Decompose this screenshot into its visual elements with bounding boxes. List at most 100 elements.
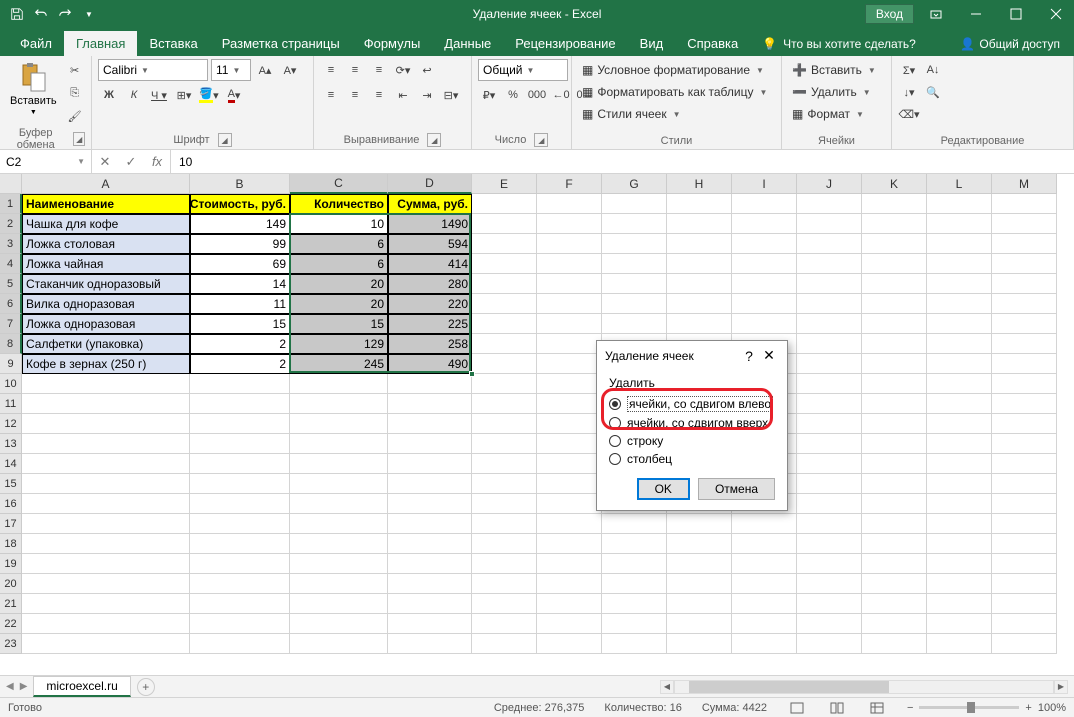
cell[interactable] bbox=[992, 514, 1057, 534]
login-button[interactable]: Вход bbox=[865, 4, 914, 24]
ribbon-options-icon[interactable] bbox=[918, 0, 954, 28]
cell[interactable] bbox=[992, 454, 1057, 474]
cell[interactable]: 490 bbox=[388, 354, 472, 374]
row-header[interactable]: 14 bbox=[0, 454, 22, 474]
cell[interactable] bbox=[472, 234, 537, 254]
row-header[interactable]: 4 bbox=[0, 254, 22, 274]
cell[interactable] bbox=[190, 594, 290, 614]
cell[interactable] bbox=[667, 614, 732, 634]
cell[interactable] bbox=[992, 314, 1057, 334]
cell[interactable] bbox=[388, 454, 472, 474]
cell[interactable] bbox=[22, 514, 190, 534]
cell[interactable] bbox=[927, 574, 992, 594]
column-header[interactable]: J bbox=[797, 174, 862, 194]
cell[interactable] bbox=[862, 374, 927, 394]
cell[interactable]: 1490 bbox=[388, 214, 472, 234]
cell[interactable] bbox=[797, 294, 862, 314]
cell[interactable] bbox=[472, 474, 537, 494]
cell[interactable] bbox=[290, 474, 388, 494]
cell[interactable] bbox=[290, 554, 388, 574]
cell[interactable]: 2 bbox=[190, 354, 290, 374]
cell[interactable]: 15 bbox=[190, 314, 290, 334]
row-header[interactable]: 5 bbox=[0, 274, 22, 294]
fx-icon[interactable]: fx bbox=[144, 150, 170, 173]
cell[interactable] bbox=[22, 414, 190, 434]
cell[interactable] bbox=[22, 394, 190, 414]
radio-shift-up[interactable]: ячейки, со сдвигом вверх bbox=[609, 414, 775, 432]
radio-entire-row[interactable]: строку bbox=[609, 432, 775, 450]
sort-icon[interactable]: A↓ bbox=[922, 59, 944, 81]
cell[interactable] bbox=[388, 514, 472, 534]
cell[interactable] bbox=[797, 194, 862, 214]
wrap-text-icon[interactable]: ↩ bbox=[416, 59, 438, 81]
cell[interactable] bbox=[388, 474, 472, 494]
cell[interactable] bbox=[667, 514, 732, 534]
cell[interactable] bbox=[388, 554, 472, 574]
cell[interactable] bbox=[992, 274, 1057, 294]
fill-color-icon[interactable]: 🪣▾ bbox=[198, 84, 220, 106]
cell[interactable]: 20 bbox=[290, 274, 388, 294]
cell[interactable] bbox=[992, 294, 1057, 314]
underline-button[interactable]: Ч ▾ bbox=[148, 84, 170, 106]
spreadsheet-grid[interactable]: ABCDEFGHIJKLM 12345678910111213141516171… bbox=[0, 174, 1074, 675]
cell[interactable] bbox=[388, 574, 472, 594]
align-bottom-icon[interactable]: ≡ bbox=[368, 59, 390, 81]
hscroll-right-icon[interactable]: ▶ bbox=[1054, 680, 1068, 694]
cell[interactable] bbox=[797, 334, 862, 354]
cell[interactable]: 20 bbox=[290, 294, 388, 314]
cell[interactable] bbox=[992, 494, 1057, 514]
cell[interactable] bbox=[927, 254, 992, 274]
cell[interactable] bbox=[992, 254, 1057, 274]
column-header[interactable]: H bbox=[667, 174, 732, 194]
cell[interactable] bbox=[190, 494, 290, 514]
cell[interactable] bbox=[602, 634, 667, 654]
cell[interactable] bbox=[927, 594, 992, 614]
cell[interactable] bbox=[602, 534, 667, 554]
cell[interactable] bbox=[992, 634, 1057, 654]
row-header[interactable]: 22 bbox=[0, 614, 22, 634]
cell[interactable] bbox=[667, 534, 732, 554]
clear-icon[interactable]: ⌫▾ bbox=[898, 103, 920, 125]
cell[interactable]: Наименование bbox=[22, 194, 190, 214]
cell[interactable] bbox=[732, 574, 797, 594]
cell[interactable] bbox=[862, 634, 927, 654]
cell[interactable] bbox=[667, 234, 732, 254]
cell[interactable] bbox=[472, 614, 537, 634]
cell[interactable] bbox=[797, 214, 862, 234]
cell[interactable] bbox=[927, 374, 992, 394]
cell[interactable] bbox=[388, 434, 472, 454]
cell[interactable] bbox=[732, 634, 797, 654]
cell[interactable] bbox=[992, 554, 1057, 574]
cell[interactable] bbox=[602, 574, 667, 594]
cell[interactable] bbox=[602, 514, 667, 534]
merge-icon[interactable]: ⊟▾ bbox=[440, 84, 462, 106]
row-header[interactable]: 11 bbox=[0, 394, 22, 414]
cell[interactable] bbox=[862, 354, 927, 374]
cell[interactable] bbox=[862, 494, 927, 514]
cell[interactable] bbox=[992, 394, 1057, 414]
cell[interactable] bbox=[797, 254, 862, 274]
cell[interactable] bbox=[190, 414, 290, 434]
cell[interactable] bbox=[862, 274, 927, 294]
cell[interactable] bbox=[537, 214, 602, 234]
cell[interactable] bbox=[537, 274, 602, 294]
cell[interactable] bbox=[992, 474, 1057, 494]
delete-cells-button[interactable]: ➖Удалить▼ bbox=[788, 81, 875, 103]
align-left-icon[interactable]: ≡ bbox=[320, 84, 342, 106]
save-icon[interactable] bbox=[6, 3, 28, 25]
cell[interactable]: 6 bbox=[290, 234, 388, 254]
cell[interactable] bbox=[797, 494, 862, 514]
cell[interactable] bbox=[862, 314, 927, 334]
cell[interactable] bbox=[472, 574, 537, 594]
cell[interactable] bbox=[290, 614, 388, 634]
cell[interactable]: 2 bbox=[190, 334, 290, 354]
cell[interactable] bbox=[992, 614, 1057, 634]
redo-icon[interactable] bbox=[54, 3, 76, 25]
row-header[interactable]: 13 bbox=[0, 434, 22, 454]
cell[interactable] bbox=[797, 434, 862, 454]
row-header[interactable]: 21 bbox=[0, 594, 22, 614]
cell[interactable] bbox=[537, 294, 602, 314]
dialog-ok-button[interactable]: OK bbox=[637, 478, 690, 500]
cell[interactable] bbox=[190, 434, 290, 454]
cell[interactable] bbox=[797, 394, 862, 414]
